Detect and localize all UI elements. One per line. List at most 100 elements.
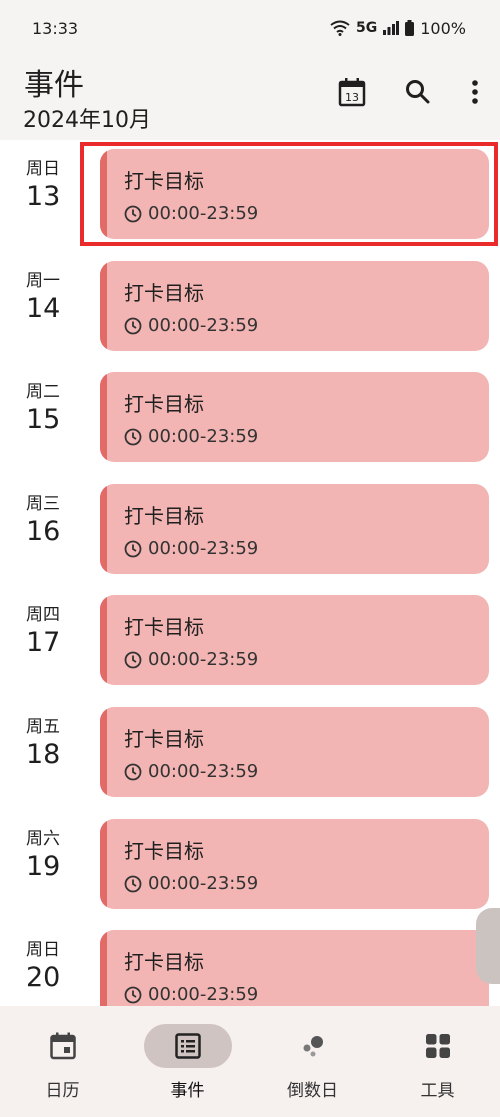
nav-label: 工具 — [420, 1081, 455, 1101]
current-month: 2024年10月 — [23, 108, 151, 133]
event-row: 周四 17 打卡目标 00:00-23:59 — [0, 586, 500, 685]
clock-icon — [124, 986, 142, 1003]
event-color-bar — [100, 819, 107, 909]
event-time: 00:00-23:59 — [124, 203, 258, 224]
event-list[interactable]: 周日 13 打卡目标 00:00-23:59 周一 14 打卡目标 00:00-… — [0, 140, 500, 1006]
event-row: 周日 13 打卡目标 00:00-23:59 — [0, 140, 500, 246]
search-button[interactable] — [402, 76, 434, 108]
event-title: 打卡目标 — [124, 615, 204, 639]
event-time-text: 00:00-23:59 — [148, 538, 259, 559]
day-number: 19 — [26, 851, 61, 882]
event-row: 周二 15 打卡目标 00:00-23:59 — [0, 363, 500, 462]
event-time-text: 00:00-23:59 — [148, 203, 259, 224]
weekday: 周日 — [26, 159, 60, 179]
weekday: 周五 — [26, 717, 60, 737]
event-color-bar — [100, 595, 107, 685]
event-card[interactable]: 打卡目标 00:00-23:59 — [100, 819, 489, 909]
event-title: 打卡目标 — [124, 950, 204, 974]
event-card[interactable]: 打卡目标 00:00-23:59 — [100, 372, 489, 462]
event-time: 00:00-23:59 — [124, 649, 258, 670]
status-bar: 13:33 5G 100% — [0, 0, 500, 56]
weekday: 周一 — [26, 271, 60, 291]
nav-tools[interactable]: 工具 — [375, 1006, 500, 1117]
nav-events[interactable]: 事件 — [125, 1006, 250, 1117]
event-card[interactable]: 打卡目标 00:00-23:59 — [100, 261, 489, 351]
event-time: 00:00-23:59 — [124, 426, 258, 447]
event-row: 周日 20 打卡目标 00:00-23:59 — [0, 921, 500, 1006]
event-card[interactable]: 打卡目标 00:00-23:59 — [100, 707, 489, 797]
event-row: 周六 19 打卡目标 00:00-23:59 — [0, 810, 500, 909]
weekday: 周六 — [26, 829, 60, 849]
event-card[interactable]: 打卡目标 00:00-23:59 — [100, 595, 489, 685]
event-row: 周五 18 打卡目标 00:00-23:59 — [0, 698, 500, 797]
battery-level: 100% — [420, 18, 466, 38]
day-number: 14 — [26, 293, 61, 324]
calendar-today-icon: 13 — [338, 78, 366, 107]
event-time-text: 00:00-23:59 — [148, 873, 259, 894]
weekday: 周二 — [26, 382, 60, 402]
weekday: 周四 — [26, 605, 60, 625]
date-label: 周四 17 — [26, 600, 82, 658]
event-time: 00:00-23:59 — [124, 873, 258, 894]
day-number: 18 — [26, 739, 61, 770]
event-title: 打卡目标 — [124, 727, 204, 751]
clock-icon — [124, 428, 142, 445]
clock-icon — [124, 205, 142, 222]
clock-icon — [124, 763, 142, 780]
nav-icon-container — [394, 1024, 482, 1068]
search-icon — [406, 80, 430, 104]
event-time-text: 00:00-23:59 — [148, 761, 259, 782]
day-number: 17 — [26, 627, 61, 658]
weekday: 周日 — [26, 940, 60, 960]
app-header: 事件 2024年10月 13 — [0, 56, 500, 140]
event-color-bar — [100, 261, 107, 351]
event-title: 打卡目标 — [124, 392, 204, 416]
nav-label: 倒数日 — [287, 1081, 338, 1101]
calendar-icon — [49, 1032, 76, 1060]
event-time-text: 00:00-23:59 — [148, 315, 259, 336]
date-label: 周六 19 — [26, 824, 82, 882]
list-icon — [174, 1033, 201, 1059]
event-title: 打卡目标 — [124, 504, 204, 528]
more-options-button[interactable] — [468, 76, 482, 108]
date-label: 周日 20 — [26, 935, 82, 993]
clock-icon — [124, 317, 142, 334]
nav-icon-container — [269, 1024, 357, 1068]
clock-icon — [124, 651, 142, 668]
signal-icon — [383, 21, 400, 35]
more-vert-icon — [472, 80, 478, 104]
day-number: 20 — [26, 962, 61, 993]
date-label: 周三 16 — [26, 489, 82, 547]
event-color-bar — [100, 930, 107, 1006]
event-card[interactable]: 打卡目标 00:00-23:59 — [100, 930, 489, 1006]
nav-calendar[interactable]: 日历 — [0, 1006, 125, 1117]
edge-swipe-handle[interactable] — [476, 908, 500, 984]
event-time-text: 00:00-23:59 — [148, 426, 259, 447]
date-label: 周五 18 — [26, 712, 82, 770]
day-number: 15 — [26, 404, 61, 435]
nav-icon-container — [143, 1024, 232, 1068]
day-number: 16 — [26, 516, 61, 547]
countdown-icon — [303, 1036, 323, 1057]
event-time-text: 00:00-23:59 — [148, 649, 259, 670]
event-card[interactable]: 打卡目标 00:00-23:59 — [100, 484, 489, 574]
event-color-bar — [100, 149, 107, 239]
event-color-bar — [100, 484, 107, 574]
event-color-bar — [100, 707, 107, 797]
nav-icon-container — [19, 1024, 107, 1068]
nav-label: 事件 — [170, 1081, 205, 1101]
event-title: 打卡目标 — [124, 839, 204, 863]
today-button[interactable]: 13 — [336, 76, 368, 108]
battery-icon — [405, 20, 415, 36]
event-time: 00:00-23:59 — [124, 315, 258, 336]
nav-countdown[interactable]: 倒数日 — [250, 1006, 375, 1117]
wifi-icon — [330, 20, 350, 36]
event-row: 周一 14 打卡目标 00:00-23:59 — [0, 252, 500, 351]
header-actions: 13 — [336, 76, 482, 108]
grid-icon — [425, 1034, 450, 1058]
event-card[interactable]: 打卡目标 00:00-23:59 — [100, 149, 489, 239]
day-number: 13 — [26, 181, 61, 212]
date-label: 周一 14 — [26, 266, 82, 324]
event-time: 00:00-23:59 — [124, 538, 258, 559]
status-icons: 5G 100% — [330, 19, 466, 38]
